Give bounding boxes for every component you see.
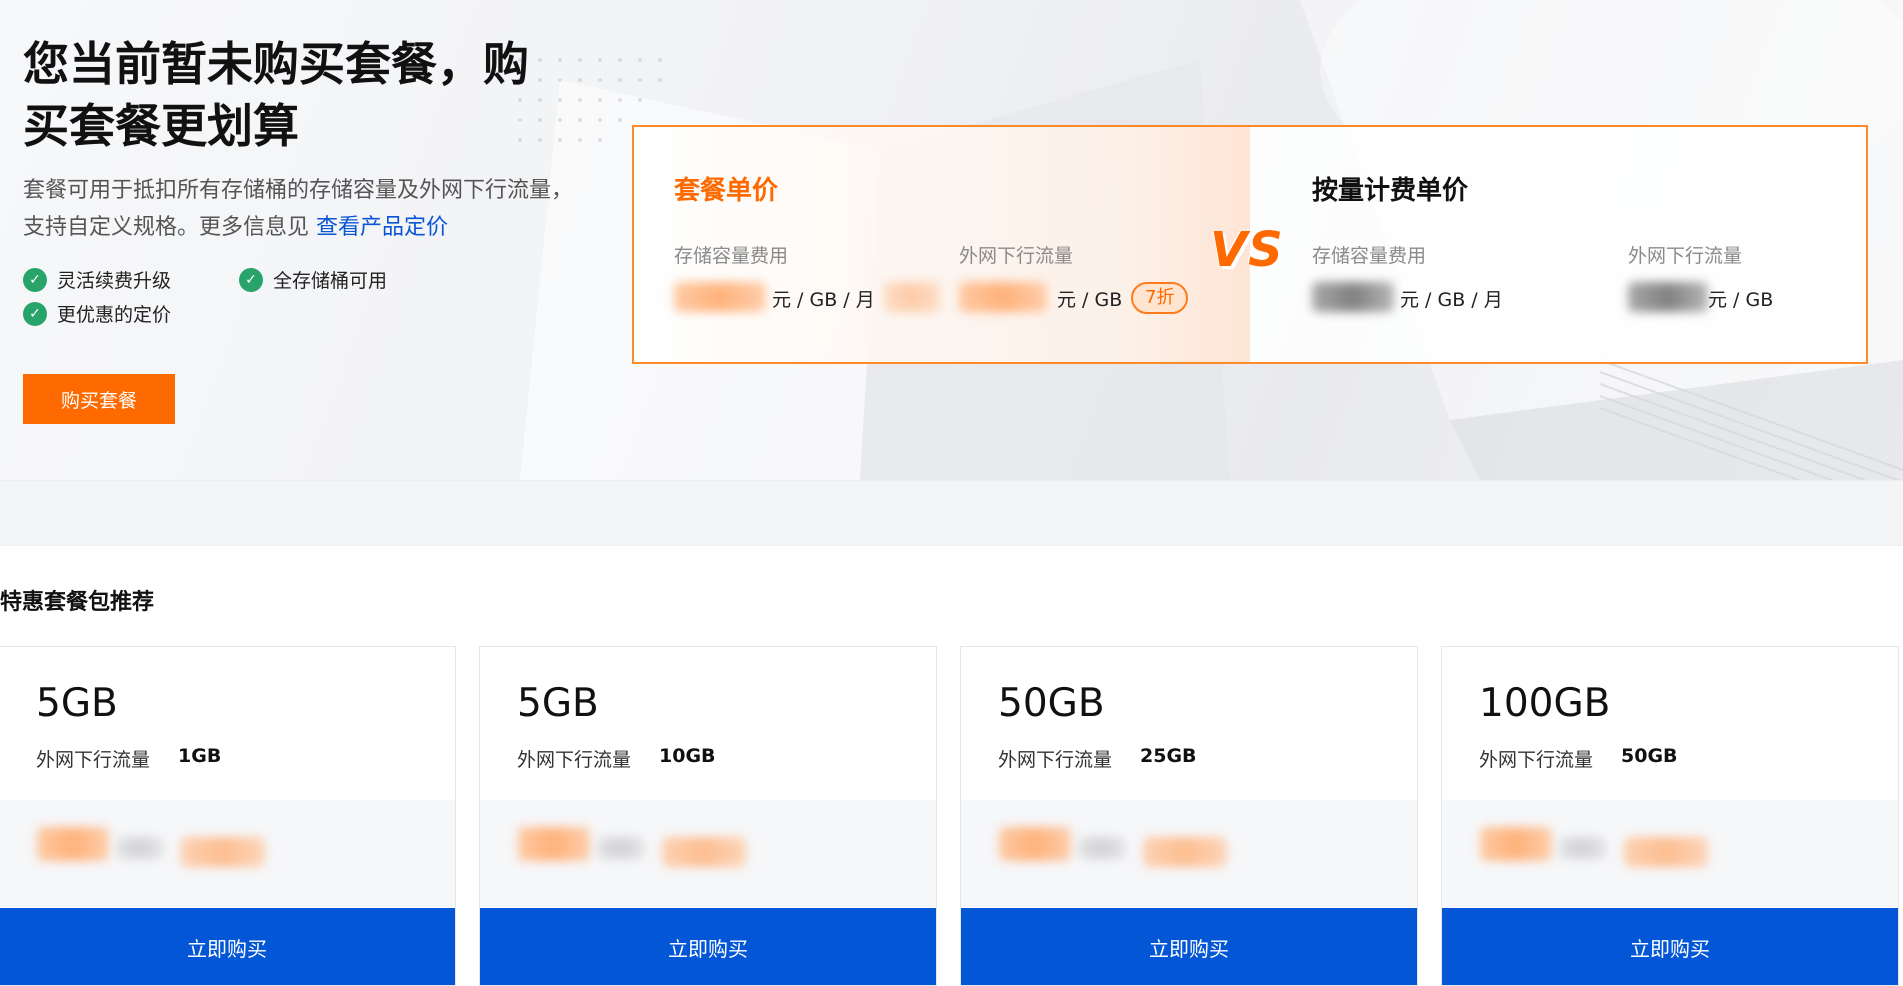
discount-badge: 7折 <box>1131 282 1189 314</box>
package-storage-label: 存储容量费用 <box>674 245 789 267</box>
package-traffic-label: 外网下行流量 <box>959 245 1074 267</box>
package-original-price-blurred <box>884 282 940 312</box>
feature-label: 全存储桶可用 <box>273 270 388 292</box>
package-storage-size: 50GB <box>998 681 1105 726</box>
package-traffic-value: 25GB <box>1140 745 1197 767</box>
payg-traffic-label: 外网下行流量 <box>1628 245 1743 267</box>
hero-title-line2: 买套餐更划算 <box>23 99 299 153</box>
hero-title-line1: 您当前暂未购买套餐，购 <box>23 37 529 91</box>
buy-now-button[interactable]: 立即购买 <box>0 908 455 985</box>
vs-label: VS <box>1210 222 1284 278</box>
view-pricing-link[interactable]: 查看产品定价 <box>316 215 448 240</box>
feature-item: ✓ 灵活续费升级 <box>23 266 171 293</box>
package-price-area <box>961 800 1417 907</box>
package-storage-price-blurred <box>674 282 766 312</box>
buy-package-button[interactable]: 购买套餐 <box>23 374 175 424</box>
package-original-price-blurred <box>181 837 265 867</box>
package-traffic-value: 50GB <box>1621 745 1678 767</box>
package-price-unit-blurred <box>1560 837 1606 859</box>
package-traffic-value: 1GB <box>178 745 222 767</box>
payg-storage-label: 存储容量费用 <box>1312 245 1427 267</box>
buy-now-button[interactable]: 立即购买 <box>1442 908 1898 985</box>
package-price-unit-blurred <box>598 837 644 859</box>
hero-banner: 您当前暂未购买套餐，购 买套餐更划算 套餐可用于抵扣所有存储桶的存储容量及外网下… <box>0 0 1903 480</box>
package-price-area <box>1442 800 1898 907</box>
package-price-blurred <box>37 827 109 861</box>
payg-traffic-unit: 元 / GB <box>1708 289 1774 311</box>
package-card: 100GB 外网下行流量 50GB 立即购买 <box>1441 646 1899 986</box>
package-original-price-blurred <box>1624 837 1708 867</box>
package-traffic-unit: 元 / GB <box>1057 289 1123 311</box>
payg-price-panel: 按量计费单价 存储容量费用 元 / GB / 月 外网下行流量 元 / GB <box>1250 127 1866 362</box>
package-original-price-blurred <box>662 837 746 867</box>
payg-storage-price-blurred <box>1312 282 1394 312</box>
package-price-blurred <box>1480 827 1552 861</box>
buy-now-button[interactable]: 立即购买 <box>961 908 1417 985</box>
hero-description-text: 套餐可用于抵扣所有存储桶的存储容量及外网下行流量，支持自定义规格。更多信息见 <box>23 178 574 240</box>
payg-price-title: 按量计费单价 <box>1312 176 1469 206</box>
package-card: 5GB 外网下行流量 10GB 立即购买 <box>479 646 937 986</box>
feature-item: ✓ 全存储桶可用 <box>239 266 387 293</box>
package-price-blurred <box>518 827 590 861</box>
check-circle-icon: ✓ <box>23 267 47 292</box>
package-original-price-blurred <box>1143 837 1227 867</box>
package-price-title: 套餐单价 <box>674 176 779 206</box>
package-price-unit-blurred <box>117 837 163 859</box>
package-price-blurred <box>999 827 1071 861</box>
payg-storage-unit: 元 / GB / 月 <box>1400 289 1503 311</box>
recommended-packages-title: 特惠套餐包推荐 <box>0 590 155 615</box>
package-card: 5GB 外网下行流量 1GB 立即购买 <box>0 646 456 986</box>
package-price-unit-blurred <box>1079 837 1125 859</box>
payg-traffic-price-blurred <box>1628 282 1708 312</box>
package-storage-size: 5GB <box>517 681 599 726</box>
package-price-area <box>480 800 936 907</box>
package-traffic-label: 外网下行流量 <box>1479 749 1594 771</box>
package-traffic-price-blurred <box>959 282 1047 312</box>
package-price-area <box>0 800 455 907</box>
feature-label: 灵活续费升级 <box>57 270 172 292</box>
package-storage-unit: 元 / GB / 月 <box>772 289 875 311</box>
hero-title: 您当前暂未购买套餐，购 买套餐更划算 <box>23 33 583 157</box>
package-traffic-label: 外网下行流量 <box>36 749 151 771</box>
package-traffic-value: 10GB <box>659 745 716 767</box>
package-storage-size: 5GB <box>36 681 118 726</box>
package-traffic-label: 外网下行流量 <box>517 749 632 771</box>
buy-now-button[interactable]: 立即购买 <box>480 908 936 985</box>
section-separator <box>0 480 1903 546</box>
package-card: 50GB 外网下行流量 25GB 立即购买 <box>960 646 1418 986</box>
feature-label: 更优惠的定价 <box>57 304 172 326</box>
package-price-panel: 套餐单价 存储容量费用 元 / GB / 月 外网下行流量 元 / GB 7折 <box>634 127 1250 362</box>
check-circle-icon: ✓ <box>239 267 263 292</box>
hero-description: 套餐可用于抵扣所有存储桶的存储容量及外网下行流量，支持自定义规格。更多信息见 查… <box>23 172 583 246</box>
feature-item: ✓ 更优惠的定价 <box>23 300 171 327</box>
check-circle-icon: ✓ <box>23 301 47 326</box>
package-traffic-label: 外网下行流量 <box>998 749 1113 771</box>
package-storage-size: 100GB <box>1479 681 1611 726</box>
